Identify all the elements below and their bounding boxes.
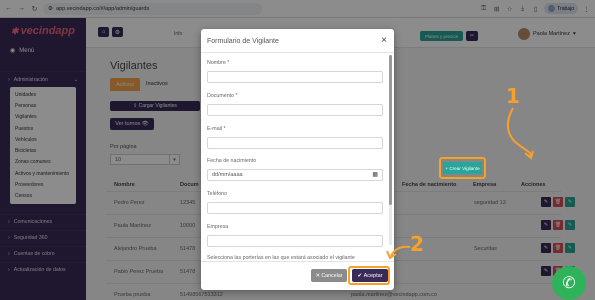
divider bbox=[201, 52, 394, 53]
cancel-button[interactable]: ✕ Cancelar bbox=[311, 269, 347, 282]
modal-scrollbar[interactable] bbox=[389, 55, 392, 245]
document-field[interactable] bbox=[207, 104, 383, 116]
app-root: ← → ↻ ⚙ app.vecindapp.co/#/app/admin/gua… bbox=[0, 0, 595, 300]
company-label: Empresa bbox=[207, 224, 229, 230]
close-icon[interactable]: × bbox=[381, 35, 387, 46]
name-field[interactable] bbox=[207, 71, 383, 83]
birthdate-field[interactable]: dd/mm/aaaa ▦ bbox=[207, 169, 383, 181]
modal-title: Formulario de Vigilante bbox=[207, 38, 279, 45]
cancel-label: Cancelar bbox=[321, 272, 343, 279]
phone-label: Teléfono bbox=[207, 191, 228, 197]
whatsapp-icon[interactable]: ✆ bbox=[552, 266, 586, 300]
divider bbox=[201, 261, 394, 262]
phone-field[interactable] bbox=[207, 202, 383, 214]
step-number: 2 bbox=[410, 232, 424, 256]
step-number: 1 bbox=[506, 84, 520, 108]
highlight-frame bbox=[348, 266, 390, 285]
name-label: Nombre * bbox=[207, 60, 230, 66]
guard-form-modal: Formulario de Vigilante × Nombre * Docum… bbox=[201, 29, 394, 290]
scrollbar-thumb[interactable] bbox=[389, 55, 392, 205]
email-field[interactable] bbox=[207, 137, 383, 149]
company-field[interactable] bbox=[207, 235, 383, 247]
document-label: Documento * bbox=[207, 93, 238, 99]
calendar-icon[interactable]: ▦ bbox=[372, 171, 378, 178]
highlight-frame bbox=[439, 157, 486, 179]
birthdate-label: Fecha de nacimiento bbox=[207, 158, 257, 164]
email-label: E-mail * bbox=[207, 126, 226, 132]
birthdate-placeholder: dd/mm/aaaa bbox=[212, 172, 243, 178]
